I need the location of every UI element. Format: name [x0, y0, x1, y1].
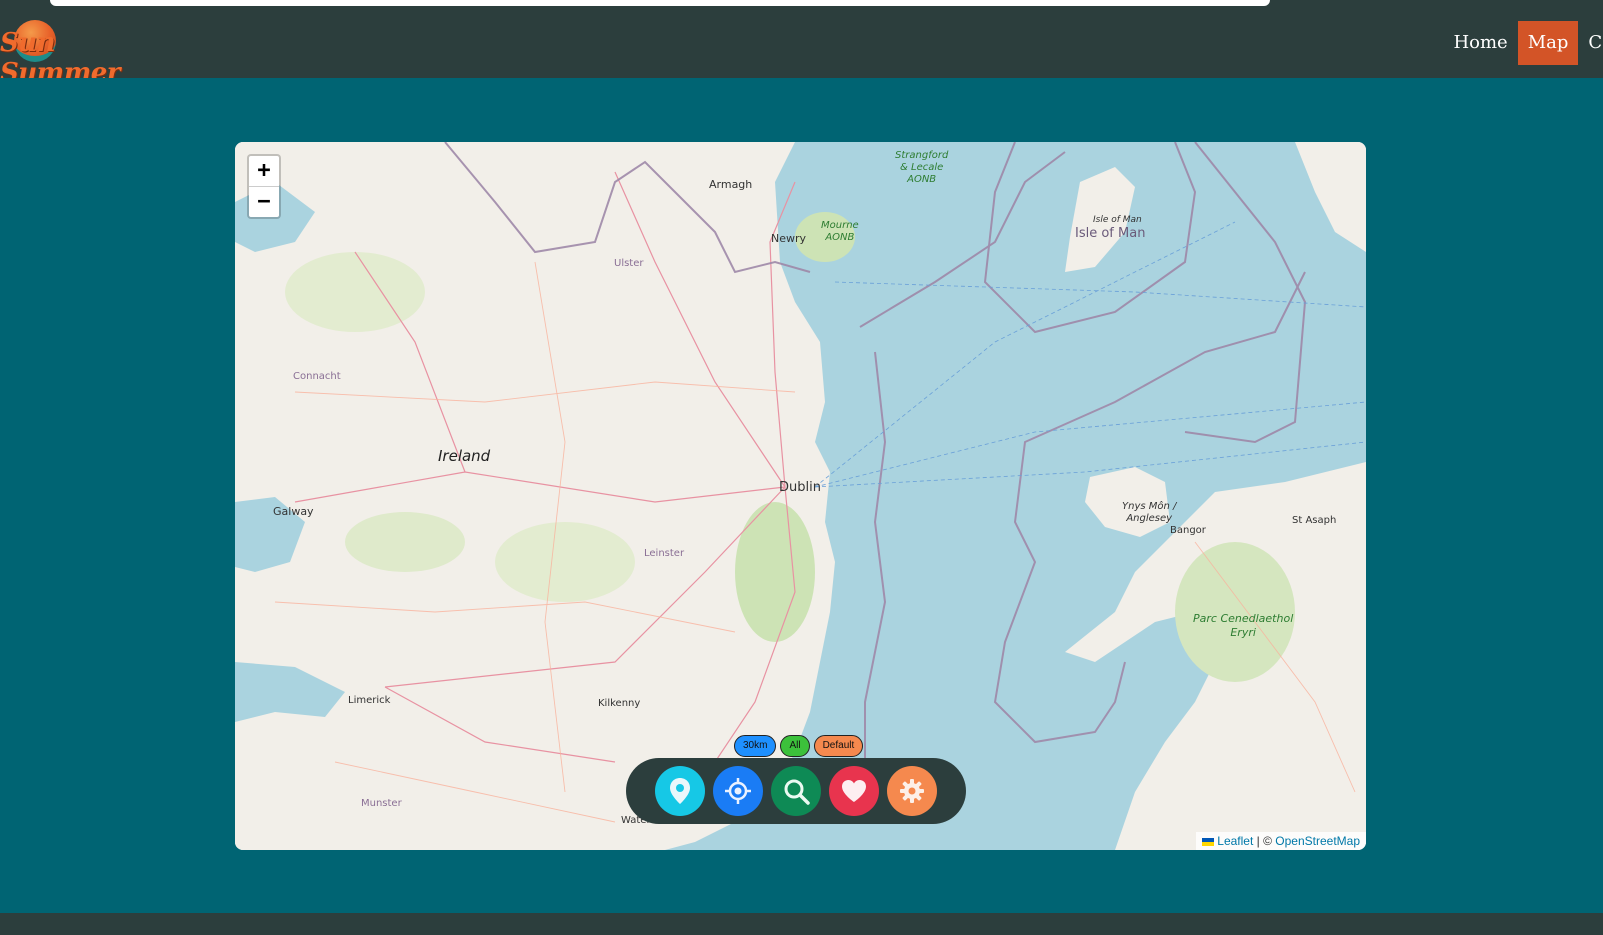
map-label-strangford: Strangford & Lecale AONB	[895, 150, 949, 185]
nav-home[interactable]: Home	[1443, 21, 1517, 65]
attribution-separator: | ©	[1256, 834, 1272, 848]
map-label-isle-of-man: Isle of Man	[1075, 226, 1146, 241]
map-label-eryri: Parc Cenedlaethol Eryri	[1193, 612, 1294, 639]
leaflet-link[interactable]: Leaflet	[1217, 834, 1253, 848]
search-icon	[784, 779, 810, 805]
map-label-st-asaph: St Asaph	[1292, 515, 1337, 526]
openstreetmap-link[interactable]: OpenStreetMap	[1275, 834, 1360, 848]
zoom-in-button[interactable]: +	[249, 156, 279, 186]
map-label-ulster: Ulster	[614, 258, 644, 269]
nav-links: Home Map Co	[1443, 20, 1603, 66]
radius-chip[interactable]: 30km	[734, 735, 777, 757]
filter-chips: 30km All Default	[734, 735, 864, 757]
browser-top-strip	[0, 0, 1603, 8]
map-label-newry: Newry	[771, 232, 807, 245]
map-label-limerick: Limerick	[348, 695, 391, 706]
map-label-galway: Galway	[273, 505, 314, 518]
map-label-bangor: Bangor	[1170, 525, 1206, 536]
locate-me-button[interactable]	[713, 766, 763, 816]
map-label-armagh: Armagh	[709, 178, 753, 191]
map-label-connacht: Connacht	[293, 371, 341, 382]
map-label-isle-of-man-small: Isle of Man	[1093, 215, 1142, 225]
navbar: Sun Summer Home Map Co	[0, 8, 1603, 78]
search-button[interactable]	[771, 766, 821, 816]
map[interactable]: Armagh Newry Ulster Strangford & Lecale …	[235, 142, 1366, 850]
map-label-anglesey: Ynys Môn / Anglesey	[1122, 501, 1177, 524]
map-pin-icon	[670, 778, 690, 804]
nav-map[interactable]: Map	[1517, 21, 1579, 65]
crosshair-icon	[725, 778, 751, 804]
style-chip[interactable]: Default	[813, 735, 864, 757]
map-label-leinster: Leinster	[644, 548, 685, 559]
map-label-kilkenny: Kilkenny	[598, 698, 641, 709]
site-logo[interactable]: Sun Summer	[0, 16, 146, 78]
favorites-button[interactable]	[829, 766, 879, 816]
nav-contact[interactable]: Co	[1578, 21, 1603, 65]
map-attribution: Leaflet | © OpenStreetMap	[1196, 832, 1366, 850]
zoom-control: + −	[247, 154, 281, 219]
footer	[0, 913, 1603, 935]
ukraine-flag-icon	[1202, 837, 1215, 846]
map-pin-button[interactable]	[655, 766, 705, 816]
browser-url-bar[interactable]	[50, 0, 1270, 6]
map-label-mourne: Mourne AONB	[821, 220, 859, 243]
category-chip[interactable]: All	[780, 735, 810, 757]
heart-icon	[842, 780, 866, 802]
map-label-munster: Munster	[361, 798, 402, 809]
map-label-dublin: Dublin	[779, 480, 821, 495]
gear-icon	[900, 779, 924, 803]
logo-text: Sun Summer	[0, 28, 120, 78]
settings-button[interactable]	[887, 766, 937, 816]
map-label-ireland: Ireland	[438, 447, 491, 465]
zoom-out-button[interactable]: −	[249, 186, 279, 217]
map-toolbar	[626, 758, 966, 824]
